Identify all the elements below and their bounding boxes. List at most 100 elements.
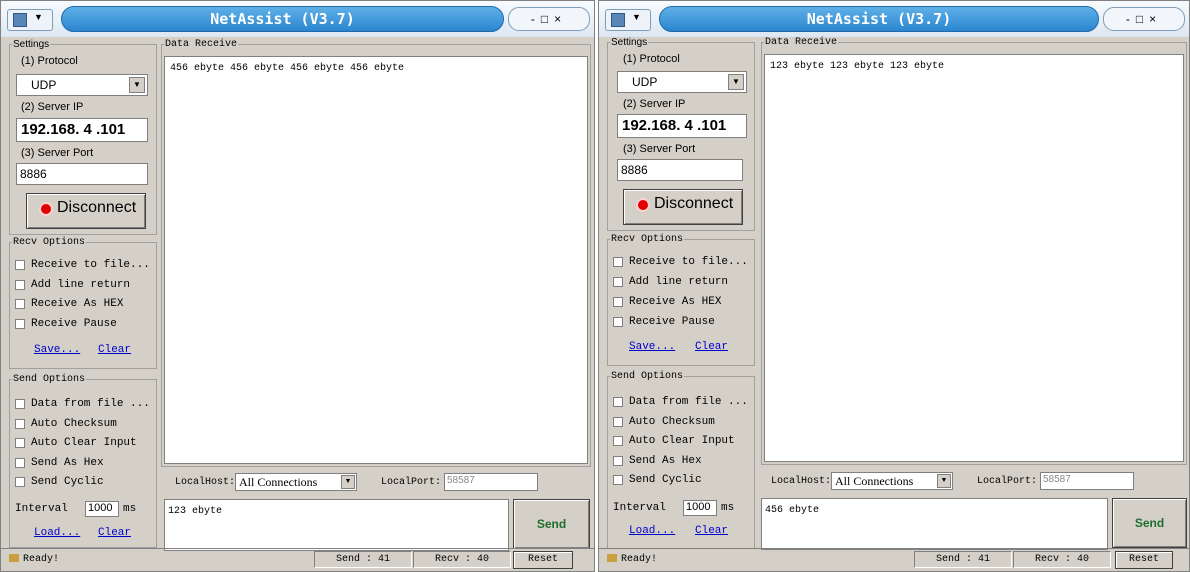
maximize-icon[interactable]: □ <box>541 12 554 26</box>
localport-label: LocalPort: <box>381 477 442 488</box>
ready-text: Ready! <box>23 554 60 565</box>
save-link[interactable]: Save... <box>629 341 675 353</box>
server-port-label: (3) Server Port <box>21 147 94 159</box>
recv-clear-link[interactable]: Clear <box>98 344 131 356</box>
disconnect-label: Disconnect <box>654 195 734 212</box>
disconnect-label: Disconnect <box>57 199 137 216</box>
minimize-icon[interactable]: - <box>531 12 541 26</box>
checkbox-icon[interactable] <box>613 257 623 267</box>
status-bar: Ready! Send : 41 Recv : 40 Reset <box>1 548 594 571</box>
checkbox-label: Add line return <box>629 276 729 288</box>
checkbox-label: Auto Clear Input <box>629 435 735 447</box>
checkbox-icon[interactable] <box>15 458 25 468</box>
app-icon <box>13 13 27 27</box>
title-bar[interactable]: ▼ NetAssist (V3.7) -□× <box>1 1 594 37</box>
checkbox-icon[interactable] <box>613 277 623 287</box>
data-receive-legend: Data Receive <box>765 37 838 48</box>
server-ip-field[interactable]: 192.168. 4 .101 <box>617 114 747 138</box>
checkbox-icon[interactable] <box>613 456 623 466</box>
send-input[interactable]: 456 ebyte <box>761 498 1108 550</box>
server-ip-label: (2) Server IP <box>623 98 686 110</box>
system-menu-button[interactable]: ▼ <box>7 9 53 31</box>
title-bar[interactable]: ▼ NetAssist (V3.7) -□× <box>599 1 1189 37</box>
load-link[interactable]: Load... <box>34 527 80 539</box>
checkbox-icon[interactable] <box>15 438 25 448</box>
checkbox-icon[interactable] <box>613 297 623 307</box>
localhost-value: All Connections <box>835 474 914 488</box>
send-input[interactable]: 123 ebyte <box>164 499 509 551</box>
close-icon[interactable]: × <box>554 12 567 26</box>
checkbox-label: Receive Pause <box>629 316 715 328</box>
chevron-down-icon: ▼ <box>34 12 43 22</box>
system-menu-button[interactable]: ▼ <box>605 9 651 31</box>
localhost-label: LocalHost: <box>175 477 236 488</box>
save-link[interactable]: Save... <box>34 344 80 356</box>
checkbox-icon[interactable] <box>613 475 623 485</box>
send-clear-link[interactable]: Clear <box>98 527 131 539</box>
checkbox-icon[interactable] <box>15 319 25 329</box>
ready-text: Ready! <box>621 554 658 565</box>
server-port-field[interactable]: 8886 <box>617 159 743 181</box>
data-receive-area[interactable]: 456 ebyte 456 ebyte 456 ebyte 456 ebyte <box>164 56 588 464</box>
server-port-label: (3) Server Port <box>623 143 696 155</box>
server-ip-field[interactable]: 192.168. 4 .101 <box>16 118 148 142</box>
status-bar: Ready! Send : 41 Recv : 40 Reset <box>599 548 1189 571</box>
status-ready: Ready! <box>607 554 657 565</box>
interval-field[interactable]: 1000 <box>683 500 717 516</box>
localhost-select[interactable]: All Connections ▼ <box>235 473 357 491</box>
close-icon[interactable]: × <box>1149 12 1162 26</box>
window-controls[interactable]: -□× <box>1103 7 1185 31</box>
protocol-select[interactable]: UDP ▼ <box>617 71 747 93</box>
localhost-value: All Connections <box>239 475 318 489</box>
server-ip-label: (2) Server IP <box>21 101 84 113</box>
chevron-down-icon[interactable]: ▼ <box>341 475 355 489</box>
checkbox-label: Data from file ... <box>629 396 748 408</box>
load-link[interactable]: Load... <box>629 525 675 537</box>
reset-button[interactable]: Reset <box>1115 551 1173 569</box>
checkbox-icon[interactable] <box>15 260 25 270</box>
interval-label: Interval <box>613 502 666 514</box>
recv-options-legend: Recv Options <box>13 237 86 248</box>
protocol-label: (1) Protocol <box>623 53 680 65</box>
data-receive-area[interactable]: 123 ebyte 123 ebyte 123 ebyte <box>764 54 1184 462</box>
send-clear-link[interactable]: Clear <box>695 525 728 537</box>
settings-legend: Settings <box>13 39 50 50</box>
checkbox-label: Receive to file... <box>629 256 748 268</box>
checkbox-icon[interactable] <box>15 477 25 487</box>
checkbox-label: Auto Clear Input <box>31 437 137 449</box>
window-title: NetAssist (V3.7) <box>61 6 504 32</box>
status-ready: Ready! <box>9 554 59 565</box>
send-button[interactable]: Send <box>1112 498 1187 548</box>
checkbox-icon[interactable] <box>613 317 623 327</box>
send-count: Send : 41 <box>314 551 412 568</box>
interval-field[interactable]: 1000 <box>85 501 119 517</box>
disconnect-button[interactable]: Disconnect <box>26 193 146 229</box>
chevron-down-icon[interactable]: ▼ <box>728 74 744 90</box>
checkbox-icon[interactable] <box>613 417 623 427</box>
checkbox-label: Receive Pause <box>31 318 117 330</box>
recv-clear-link[interactable]: Clear <box>695 341 728 353</box>
checkbox-icon[interactable] <box>613 436 623 446</box>
maximize-icon[interactable]: □ <box>1136 12 1149 26</box>
checkbox-icon[interactable] <box>15 299 25 309</box>
chevron-down-icon[interactable]: ▼ <box>937 474 951 488</box>
send-button[interactable]: Send <box>513 499 590 549</box>
status-led-icon <box>636 198 650 212</box>
protocol-select[interactable]: UDP ▼ <box>16 74 148 96</box>
checkbox-icon[interactable] <box>15 419 25 429</box>
disconnect-button[interactable]: Disconnect <box>623 189 743 225</box>
protocol-label: (1) Protocol <box>21 55 78 67</box>
checkbox-icon[interactable] <box>15 280 25 290</box>
window-controls[interactable]: -□× <box>508 7 590 31</box>
reset-button[interactable]: Reset <box>513 551 573 569</box>
chevron-down-icon[interactable]: ▼ <box>129 77 145 93</box>
minimize-icon[interactable]: - <box>1126 12 1136 26</box>
checkbox-icon[interactable] <box>613 397 623 407</box>
send-options-legend: Send Options <box>13 374 86 385</box>
checkbox-label: Receive As HEX <box>629 296 722 308</box>
protocol-value: UDP <box>31 78 57 92</box>
localhost-select[interactable]: All Connections ▼ <box>831 472 953 490</box>
server-port-field[interactable]: 8886 <box>16 163 148 185</box>
hand-icon <box>607 554 617 563</box>
checkbox-icon[interactable] <box>15 399 25 409</box>
